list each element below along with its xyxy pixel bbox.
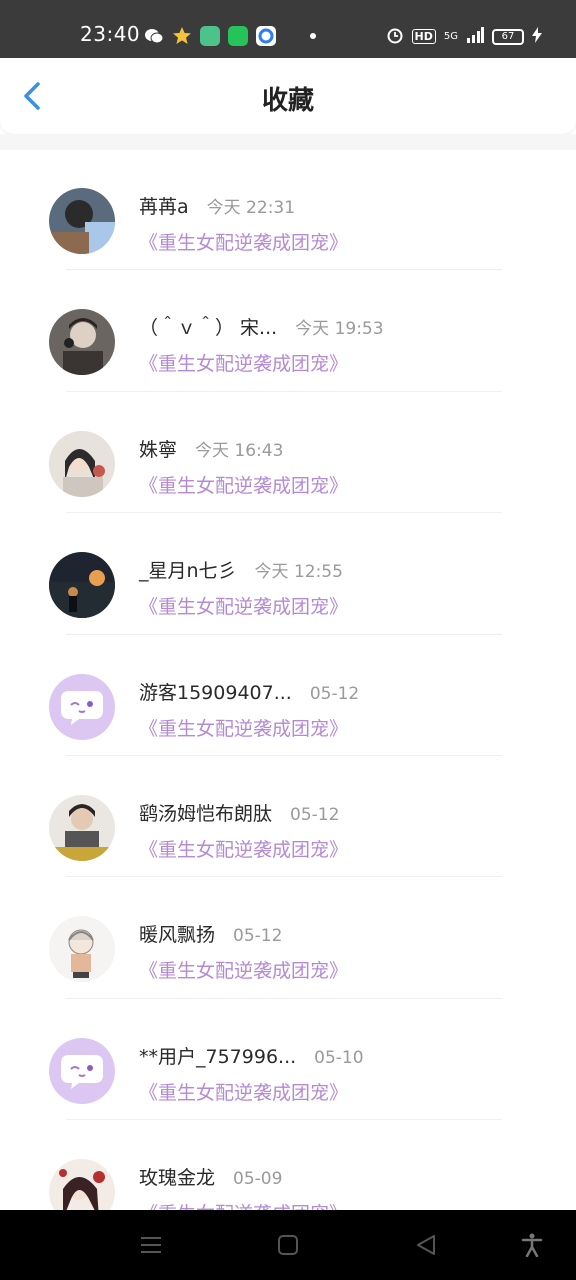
user-name: 暖风飘扬 <box>139 924 216 947</box>
user-name: 姝寧 <box>139 438 178 461</box>
list-item[interactable]: 苒苒a 今天 22:31 《重生女配逆袭成团宠》 <box>0 150 576 271</box>
signal-icon <box>466 27 484 46</box>
user-name: 鹞汤姆恺布朗肽 <box>139 802 273 825</box>
star-icon <box>172 26 192 46</box>
guest-chat-icon <box>61 1054 103 1089</box>
user-name: （＾ｖ＾） 宋... <box>139 317 278 340</box>
wechat-icon <box>144 26 164 46</box>
list-item[interactable]: **用户_757996... 05-10 《重生女配逆袭成团宠》 <box>0 1000 576 1121</box>
collect-time: 05-12 <box>309 683 360 704</box>
collect-time: 05-09 <box>233 1169 283 1190</box>
status-bar: 23:40 HD 5G 67 <box>0 0 576 58</box>
divider <box>66 876 502 878</box>
header: 收藏 <box>0 58 576 134</box>
notification-dot <box>310 33 316 39</box>
list-item[interactable]: _星月n七彡 今天 12:55 《重生女配逆袭成团宠》 <box>0 514 576 635</box>
charging-icon <box>532 27 542 46</box>
battery-icon: 67 <box>492 28 524 45</box>
divider <box>66 512 502 514</box>
book-title-link[interactable]: 《重生女配逆袭成团宠》 <box>139 1199 348 1210</box>
user-name: **用户_757996... <box>139 1045 297 1068</box>
book-title-link[interactable]: 《重生女配逆袭成团宠》 <box>139 471 348 498</box>
user-name: 游客15909407... <box>139 681 292 704</box>
list-item[interactable]: （＾ｖ＾） 宋... 今天 19:53 《重生女配逆袭成团宠》 <box>0 271 576 392</box>
page-title: 收藏 <box>261 86 314 116</box>
user-name: _星月n七彡 <box>139 560 237 583</box>
book-title-link[interactable]: 《重生女配逆袭成团宠》 <box>139 349 348 376</box>
back-triangle-icon <box>417 1235 435 1255</box>
accessibility-icon <box>521 1233 543 1257</box>
collect-time: 05-12 <box>290 804 340 825</box>
collect-time: 05-12 <box>233 926 283 947</box>
divider <box>66 997 502 999</box>
book-title-link[interactable]: 《重生女配逆袭成团宠》 <box>139 228 348 255</box>
back-nav-button[interactable] <box>414 1233 438 1257</box>
collect-time: 今天 19:53 <box>295 319 384 340</box>
divider <box>66 269 502 271</box>
divider <box>66 1119 502 1121</box>
menu-icon <box>141 1237 161 1253</box>
accessibility-button[interactable] <box>520 1233 544 1257</box>
list-item[interactable]: 游客15909407... 05-12 《重生女配逆袭成团宠》 <box>0 636 576 757</box>
avatar[interactable] <box>49 188 115 254</box>
book-title-link[interactable]: 《重生女配逆袭成团宠》 <box>139 714 348 741</box>
user-name: 苒苒a <box>139 196 189 218</box>
favorites-list: 苒苒a 今天 22:31 《重生女配逆袭成团宠》 （＾ｖ＾） 宋... 今天 1… <box>0 150 576 1210</box>
system-nav-bar <box>0 1210 576 1280</box>
divider <box>66 390 502 392</box>
avatar[interactable] <box>49 1159 115 1210</box>
avatar[interactable] <box>49 309 115 376</box>
book-title-link[interactable]: 《重生女配逆袭成团宠》 <box>139 835 348 862</box>
list-item[interactable]: 玫瑰金龙 05-09 《重生女配逆袭成团宠》 <box>0 1121 576 1210</box>
book-title-link[interactable]: 《重生女配逆袭成团宠》 <box>139 1078 348 1105</box>
collect-time: 05-10 <box>314 1047 364 1068</box>
avatar[interactable] <box>49 430 115 497</box>
avatar[interactable] <box>49 673 115 740</box>
hd-icon: HD <box>411 29 436 44</box>
menu-button[interactable] <box>139 1233 163 1257</box>
collect-time: 今天 12:55 <box>254 562 343 583</box>
status-time: 23:40 <box>80 22 141 46</box>
battery-level: 67 <box>501 31 515 42</box>
guest-chat-icon <box>61 690 103 725</box>
section-gap <box>0 134 576 150</box>
list-item[interactable]: 姝寧 今天 16:43 《重生女配逆袭成团宠》 <box>0 393 576 514</box>
user-name: 玫瑰金龙 <box>139 1167 216 1190</box>
book-title-link[interactable]: 《重生女配逆袭成团宠》 <box>139 956 348 983</box>
green-app-icon <box>200 26 220 46</box>
home-icon <box>278 1235 298 1255</box>
avatar[interactable] <box>49 916 115 983</box>
home-button[interactable] <box>276 1233 300 1257</box>
status-app-icons <box>144 26 316 46</box>
avatar[interactable] <box>49 794 115 861</box>
blue-app-icon <box>256 26 276 46</box>
green-app-icon-2 <box>228 26 248 46</box>
list-item[interactable]: 暖风飘扬 05-12 《重生女配逆袭成团宠》 <box>0 878 576 999</box>
collect-time: 今天 16:43 <box>195 440 284 461</box>
status-system-icons: HD 5G 67 <box>386 26 542 47</box>
book-title-link[interactable]: 《重生女配逆袭成团宠》 <box>139 592 348 619</box>
list-item[interactable]: 鹞汤姆恺布朗肽 05-12 《重生女配逆袭成团宠》 <box>0 757 576 878</box>
network-label: 5G <box>443 31 458 42</box>
avatar[interactable] <box>49 552 115 619</box>
avatar[interactable] <box>49 1037 115 1104</box>
alarm-icon <box>386 26 404 47</box>
divider <box>66 754 502 756</box>
collect-time: 今天 22:31 <box>206 198 296 218</box>
divider <box>66 633 502 635</box>
